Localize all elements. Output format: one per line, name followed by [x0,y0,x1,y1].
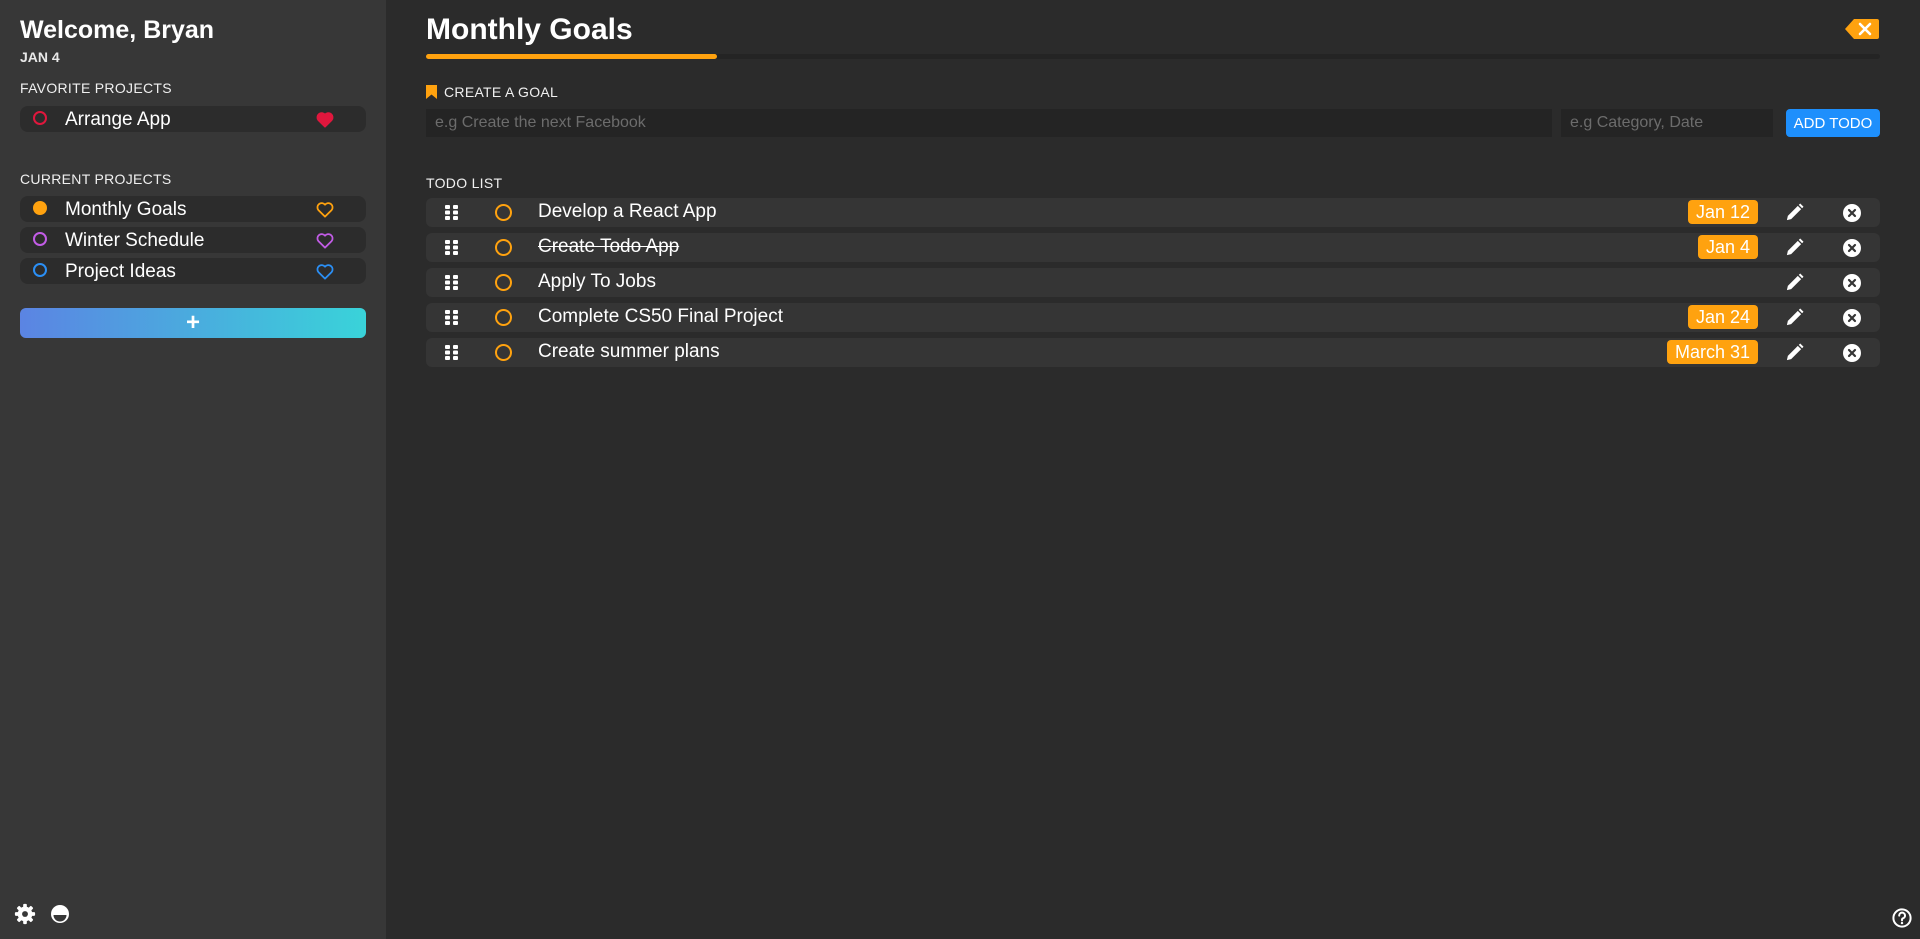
pencil-icon[interactable] [1785,308,1804,327]
theme-toggle-icon[interactable] [50,904,70,924]
complete-checkbox[interactable] [495,239,512,256]
project-label: Monthly Goals [65,199,187,220]
drag-handle-icon[interactable] [445,310,458,325]
add-project-button[interactable]: + [20,308,366,338]
create-goal-text: CREATE A GOAL [444,84,559,100]
due-date-badge: Jan 12 [1687,200,1758,224]
todo-text: Develop a React App [538,201,717,222]
project-status-dot [33,201,47,215]
todo-row[interactable]: Complete CS50 Final Project Jan 24 [426,303,1880,332]
goal-input[interactable] [426,109,1552,137]
heart-icon[interactable] [316,263,334,280]
sidebar: Welcome, Bryan JAN 4 FAVORITE PROJECTS A… [0,0,386,939]
drag-handle-icon[interactable] [445,275,458,290]
due-date-badge: March 31 [1666,340,1758,364]
current-date: JAN 4 [20,49,60,65]
heart-icon[interactable] [316,232,334,249]
due-date-badge: Jan 4 [1697,235,1758,259]
favorite-projects-title: FAVORITE PROJECTS [20,80,172,96]
pencil-icon[interactable] [1785,238,1804,257]
category-date-input[interactable] [1561,109,1773,137]
progress-fill [426,54,717,59]
current-projects-title: CURRENT PROJECTS [20,171,172,187]
drag-handle-icon[interactable] [445,345,458,360]
todo-list-title: TODO LIST [426,175,503,191]
welcome-heading: Welcome, Bryan [20,16,215,44]
complete-checkbox[interactable] [495,344,512,361]
todo-text: Create summer plans [538,341,720,362]
page-title: Monthly Goals [426,13,633,46]
pencil-icon[interactable] [1785,343,1804,362]
add-todo-button[interactable]: ADD TODO [1786,109,1880,137]
drag-handle-icon[interactable] [445,240,458,255]
create-goal-label: CREATE A GOAL [426,84,558,100]
todo-row[interactable]: Create summer plans March 31 [426,338,1880,367]
delete-icon[interactable] [1843,204,1861,222]
delete-icon[interactable] [1843,344,1861,362]
project-status-dot [33,232,47,246]
complete-checkbox[interactable] [495,309,512,326]
due-date-badge: Jan 24 [1687,305,1758,329]
todo-row[interactable]: Develop a React App Jan 12 [426,198,1880,227]
favorite-project-arrange-app[interactable]: Arrange App [20,106,366,132]
delete-icon[interactable] [1843,309,1861,327]
complete-checkbox[interactable] [495,204,512,221]
delete-icon[interactable] [1843,274,1861,292]
help-icon[interactable] [1892,908,1912,928]
project-status-dot [33,263,47,277]
todo-row[interactable]: Apply To Jobs [426,268,1880,297]
project-label: Arrange App [65,109,171,130]
todo-text: Create Todo App [538,236,680,257]
complete-checkbox[interactable] [495,274,512,291]
project-label: Winter Schedule [65,230,205,251]
todo-row[interactable]: Create Todo App Jan 4 [426,233,1880,262]
todo-text: Apply To Jobs [538,271,656,292]
main-panel: Monthly Goals CREATE A GOAL ADD TODO TOD… [386,0,1920,939]
heart-icon[interactable] [316,111,334,128]
close-tag-icon[interactable] [1844,18,1880,40]
pencil-icon[interactable] [1785,273,1804,292]
pencil-icon[interactable] [1785,203,1804,222]
progress-bar [426,54,1880,59]
current-project-winter-schedule[interactable]: Winter Schedule [20,227,366,253]
gear-icon[interactable] [14,903,36,925]
todo-text: Complete CS50 Final Project [538,306,783,327]
project-status-dot [33,111,47,125]
project-label: Project Ideas [65,261,176,282]
delete-icon[interactable] [1843,239,1861,257]
heart-icon[interactable] [316,201,334,218]
current-project-project-ideas[interactable]: Project Ideas [20,258,366,284]
current-project-monthly-goals[interactable]: Monthly Goals [20,196,366,222]
drag-handle-icon[interactable] [445,205,458,220]
